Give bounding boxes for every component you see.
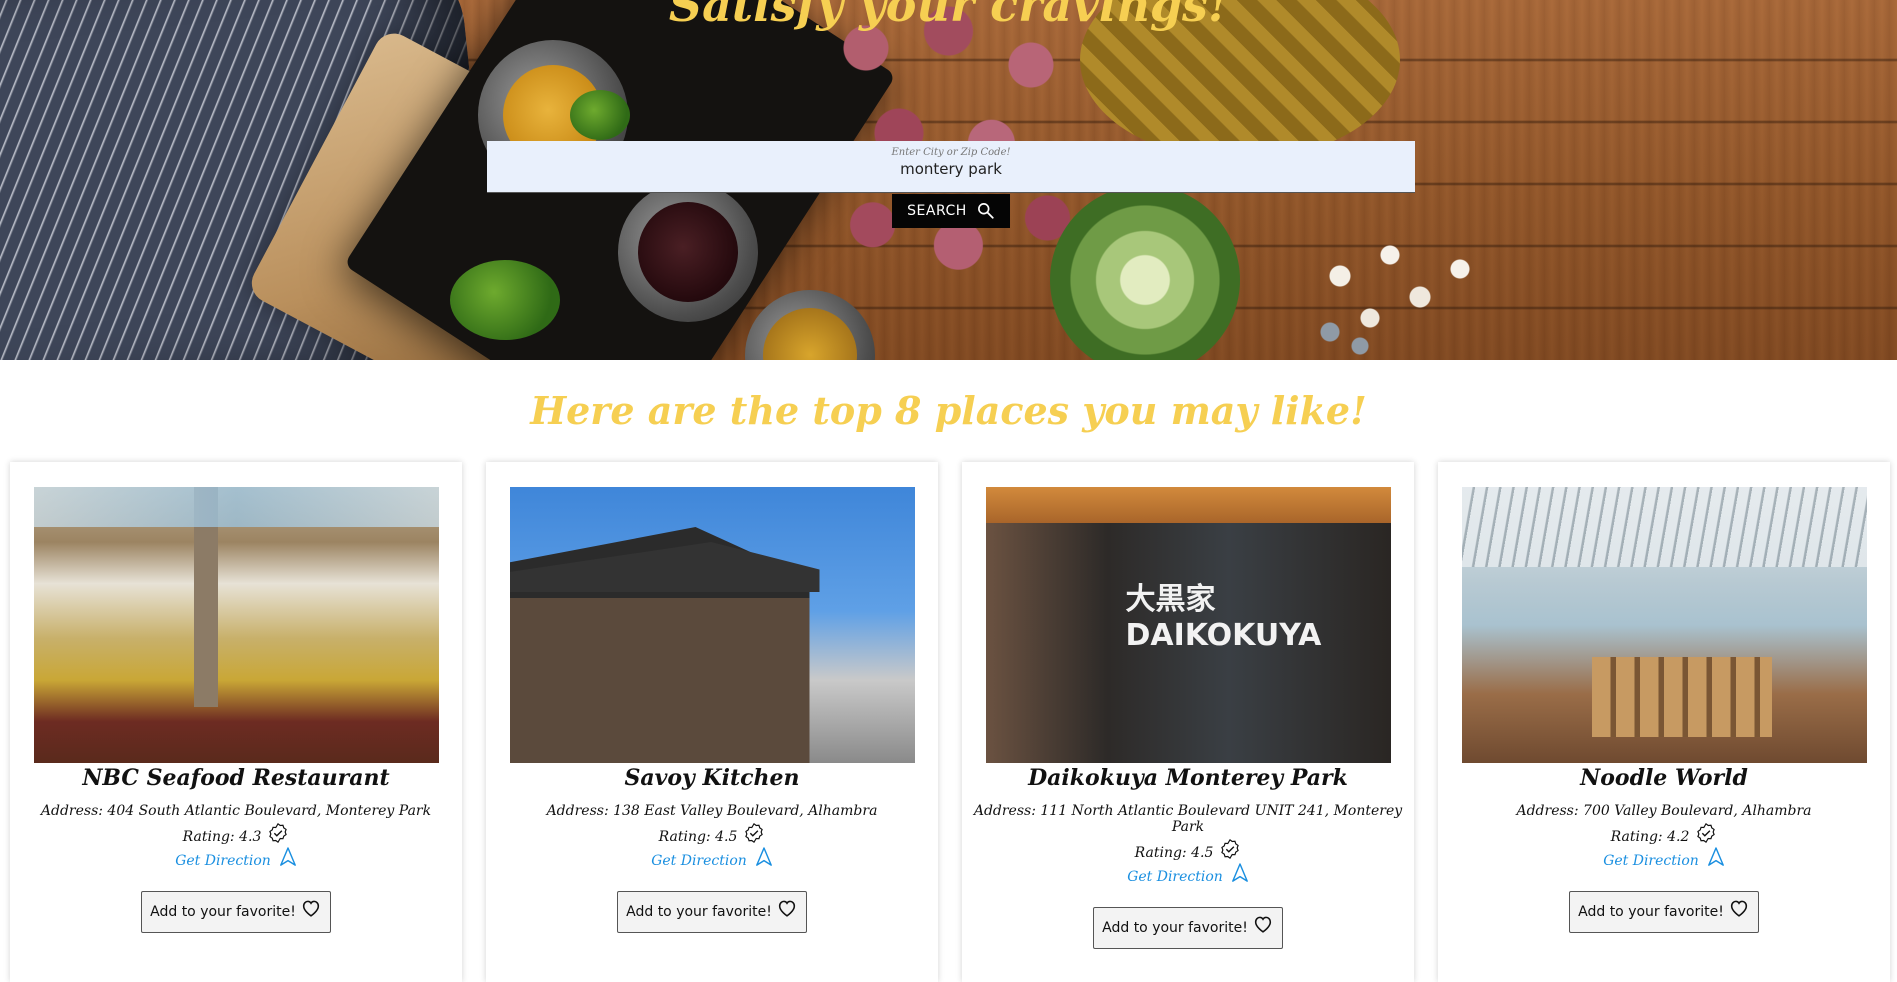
- add-favorite-label: Add to your favorite!: [626, 904, 772, 920]
- navigation-arrow-icon: [755, 847, 772, 866]
- restaurant-card-list: NBC Seafood Restaurant Address: 404 Sout…: [10, 462, 1890, 982]
- restaurant-address: Address: 111 North Atlantic Boulevard UN…: [973, 803, 1403, 835]
- restaurant-rating-text: Rating: 4.5: [658, 829, 738, 845]
- add-favorite-button[interactable]: Add to your favorite!: [617, 891, 807, 933]
- restaurant-name: Daikokuya Monterey Park: [1028, 765, 1348, 791]
- get-direction-label: Get Direction: [651, 853, 747, 869]
- restaurant-address: Address: 700 Valley Boulevard, Alhambra: [1516, 803, 1812, 819]
- heart-icon: [778, 900, 795, 917]
- hero-herb-decoration: [570, 90, 630, 140]
- search-input[interactable]: [487, 158, 1415, 178]
- restaurant-rating-text: Rating: 4.2: [1610, 829, 1690, 845]
- restaurant-card: Daikokuya Monterey Park Address: 111 Nor…: [962, 462, 1414, 982]
- verified-badge-icon: [1697, 822, 1716, 844]
- verified-badge-icon: [1221, 838, 1240, 860]
- search-icon: [977, 203, 994, 219]
- hero-flowers-decoration: [1300, 220, 1500, 360]
- get-direction-link[interactable]: Get Direction: [1603, 847, 1725, 869]
- get-direction-label: Get Direction: [1127, 869, 1223, 885]
- heart-icon: [1254, 916, 1271, 933]
- verified-badge-icon: [269, 822, 288, 844]
- navigation-arrow-icon: [1231, 863, 1248, 882]
- get-direction-link[interactable]: Get Direction: [1127, 863, 1249, 885]
- restaurant-name: NBC Seafood Restaurant: [82, 765, 390, 791]
- navigation-arrow-icon: [1707, 847, 1724, 866]
- hero-artichoke-decoration: [1050, 185, 1240, 360]
- hero-bowl-decoration: [618, 182, 758, 322]
- add-favorite-button[interactable]: Add to your favorite!: [141, 891, 331, 933]
- add-favorite-label: Add to your favorite!: [1578, 904, 1724, 920]
- search-button[interactable]: SEARCH: [892, 194, 1010, 228]
- restaurant-rating: Rating: 4.5: [486, 822, 938, 845]
- search-button-label: SEARCH: [907, 203, 967, 219]
- restaurant-photo: [1461, 487, 1867, 763]
- add-favorite-label: Add to your favorite!: [150, 904, 296, 920]
- restaurant-name: Savoy Kitchen: [624, 765, 800, 791]
- restaurant-address: Address: 138 East Valley Boulevard, Alha…: [546, 803, 878, 819]
- get-direction-label: Get Direction: [175, 853, 271, 869]
- get-direction-label: Get Direction: [1603, 853, 1699, 869]
- section-title: Here are the top 8 places you may like!: [530, 388, 1367, 433]
- get-direction-link[interactable]: Get Direction: [175, 847, 297, 869]
- add-favorite-button[interactable]: Add to your favorite!: [1569, 891, 1759, 933]
- hero-herb-decoration: [450, 260, 560, 340]
- restaurant-rating: Rating: 4.5: [962, 838, 1414, 861]
- heart-icon: [302, 900, 319, 917]
- restaurant-card: Savoy Kitchen Address: 138 East Valley B…: [486, 462, 938, 982]
- restaurant-card: NBC Seafood Restaurant Address: 404 Sout…: [10, 462, 462, 982]
- get-direction-link[interactable]: Get Direction: [651, 847, 773, 869]
- restaurant-rating-text: Rating: 4.3: [182, 829, 262, 845]
- hero-title: Satisfy your cravings!: [668, 0, 1229, 32]
- restaurant-photo: [33, 487, 439, 763]
- restaurant-name: Noodle World: [1580, 765, 1748, 791]
- add-favorite-button[interactable]: Add to your favorite!: [1093, 907, 1283, 949]
- restaurant-photo: [509, 487, 915, 763]
- restaurant-card: Noodle World Address: 700 Valley Bouleva…: [1438, 462, 1890, 982]
- restaurant-rating: Rating: 4.2: [1438, 822, 1890, 845]
- restaurant-rating-text: Rating: 4.5: [1134, 845, 1214, 861]
- restaurant-address: Address: 404 South Atlantic Boulevard, M…: [40, 803, 432, 819]
- heart-icon: [1730, 900, 1747, 917]
- search-label: Enter City or Zip Code!: [891, 147, 1011, 158]
- navigation-arrow-icon: [279, 847, 296, 866]
- add-favorite-label: Add to your favorite!: [1102, 920, 1248, 936]
- search-box: Enter City or Zip Code!: [487, 141, 1415, 193]
- restaurant-photo: [985, 487, 1391, 763]
- restaurant-rating: Rating: 4.3: [10, 822, 462, 845]
- hero-banner: Satisfy your cravings! Enter City or Zip…: [0, 0, 1897, 360]
- verified-badge-icon: [745, 822, 764, 844]
